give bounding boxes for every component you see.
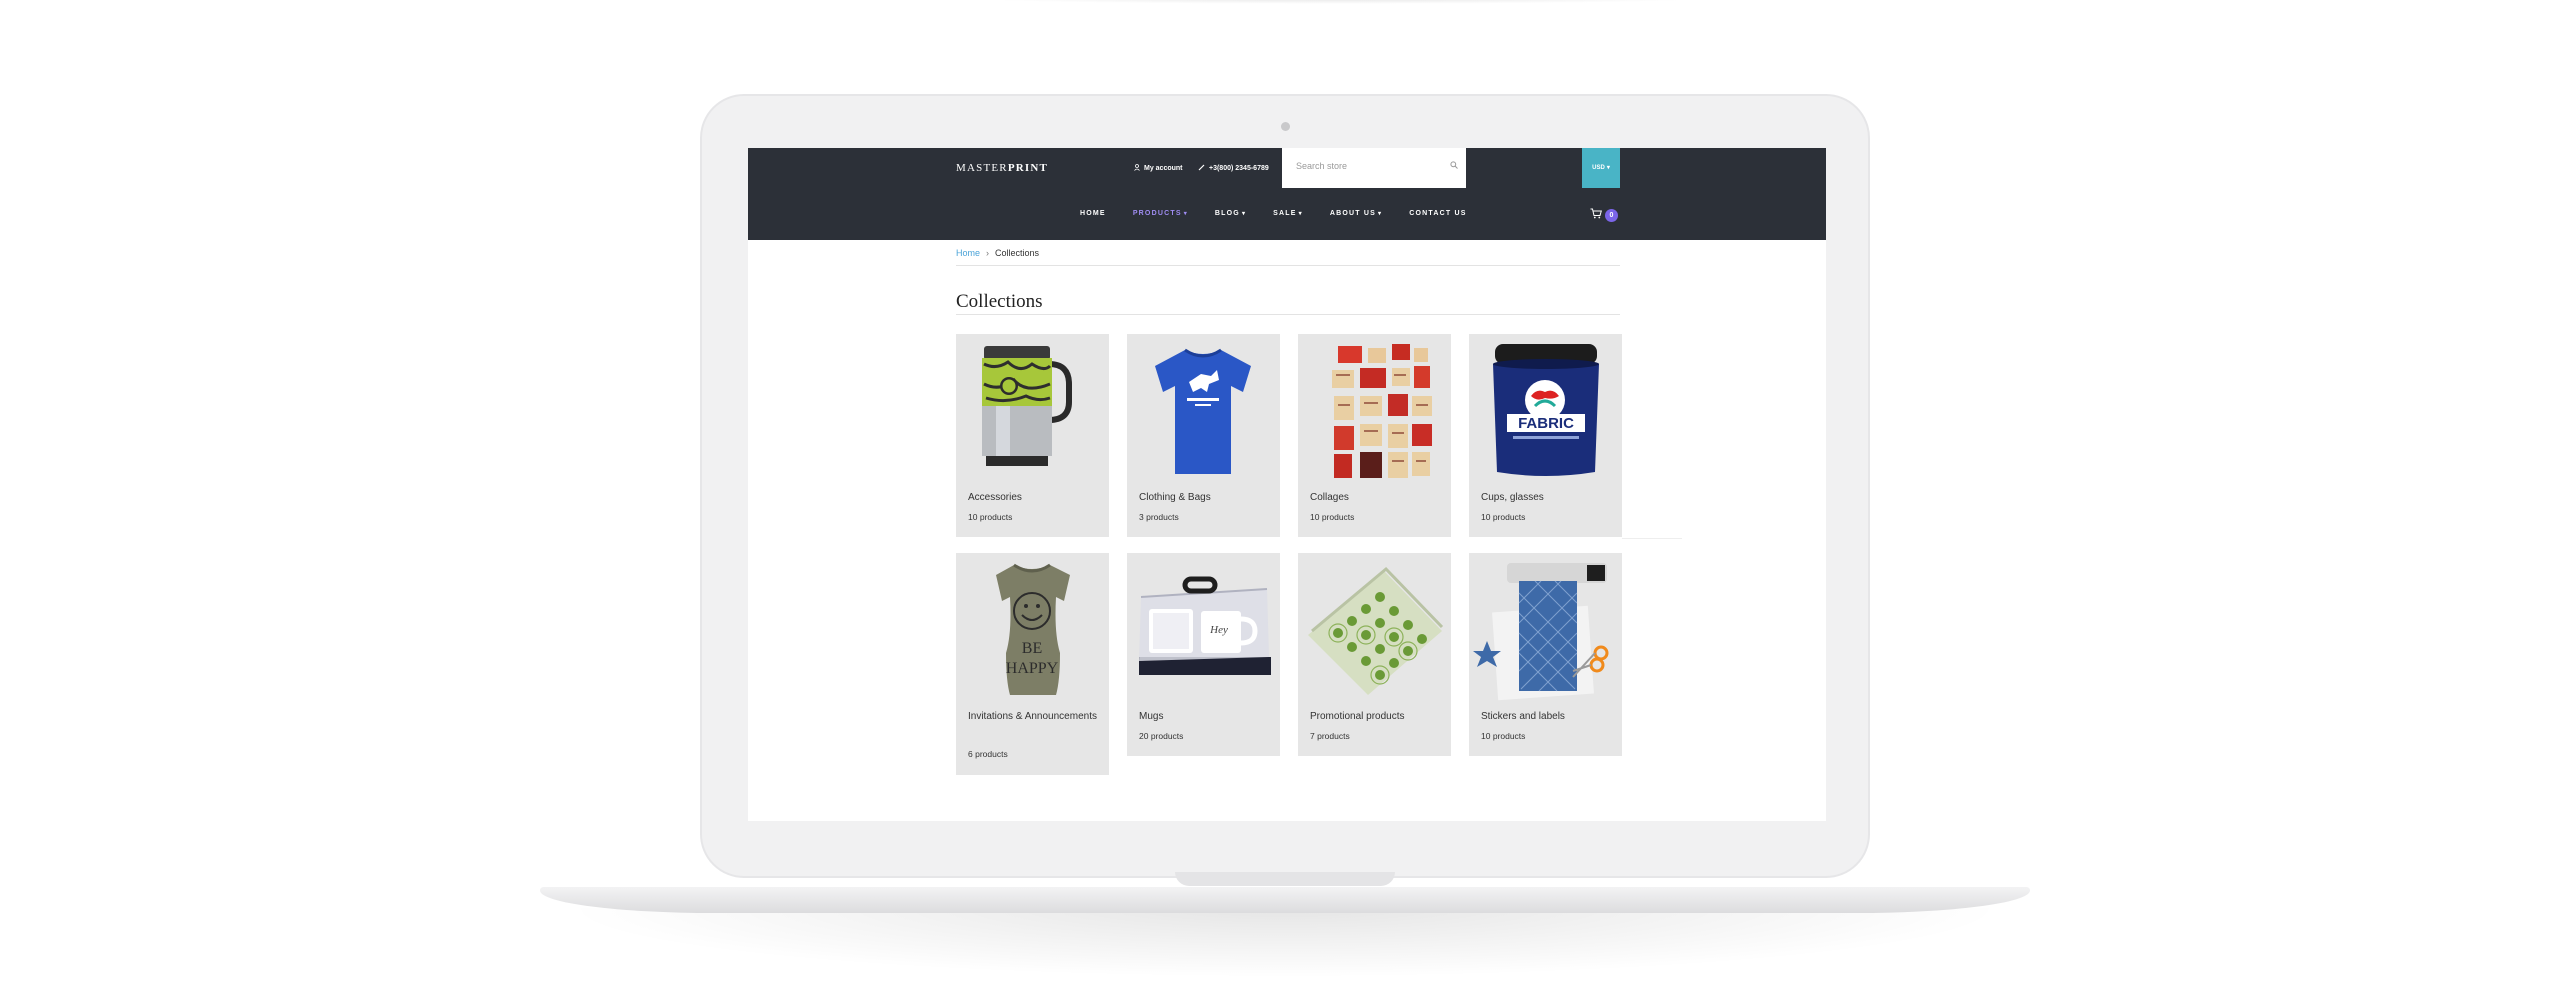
collage-cards-icon — [1298, 334, 1451, 489]
svg-text:Hey: Hey — [1209, 624, 1228, 636]
chevron-down-icon: ▾ — [1183, 211, 1188, 217]
collection-count: 10 products — [1481, 512, 1526, 522]
collection-name[interactable]: Cups, glasses — [1481, 489, 1611, 506]
collection-count: 3 products — [1139, 512, 1179, 522]
collection-card-accessories[interactable]: Accessories 10 products — [956, 334, 1109, 537]
cart-icon — [1590, 208, 1602, 222]
chevron-down-icon: ▾ — [1298, 211, 1303, 217]
chevron-right-icon: › — [986, 248, 990, 258]
vinyl-cutter-icon — [1469, 553, 1622, 708]
collection-name[interactable]: Stickers and labels — [1481, 708, 1611, 725]
collection-card-invitations[interactable]: BE HAPPY Invitations & Announcements 6 p… — [956, 553, 1109, 775]
collection-name[interactable]: Mugs — [1139, 708, 1269, 725]
collection-card-stickers-labels[interactable]: Stickers and labels 10 products — [1469, 553, 1622, 756]
site-logo[interactable]: MASTERPRINT — [956, 162, 1048, 174]
collection-card-clothing-bags[interactable]: Clothing & Bags 3 products — [1127, 334, 1280, 537]
nav-item-blog[interactable]: BLOG ▾ — [1215, 210, 1246, 217]
phone-icon — [1198, 164, 1205, 173]
collection-count: 7 products — [1310, 731, 1350, 741]
collection-name[interactable]: Accessories — [968, 489, 1098, 506]
nav-item-contact-us[interactable]: CONTACT US — [1409, 210, 1466, 217]
travel-mug-icon — [956, 334, 1109, 489]
search-input[interactable] — [1296, 161, 1446, 171]
divider — [956, 314, 1620, 315]
sticker-sheet-icon — [1298, 553, 1451, 708]
nav-item-home[interactable]: HOME — [1080, 210, 1106, 217]
collection-count: 10 products — [1481, 731, 1526, 741]
laptop-shadow — [560, 908, 2010, 978]
collection-name[interactable]: Promotional products — [1310, 708, 1440, 725]
collection-card-promotional[interactable]: Promotional products 7 products — [1298, 553, 1451, 756]
phone-number: +3(800) 2345-6789 — [1209, 165, 1269, 172]
site-header: MASTERPRINT My account +3(800) 2345-6789… — [748, 148, 1826, 240]
divider — [1622, 538, 1682, 539]
paint-jar-icon: FABRIC — [1469, 334, 1622, 489]
search-icon[interactable] — [1450, 161, 1458, 172]
currency-label: USD — [1592, 165, 1605, 171]
collection-card-cups-glasses[interactable]: FABRIC Cups, glasses 10 products — [1469, 334, 1622, 537]
currency-selector[interactable]: USD ▾ — [1582, 148, 1620, 188]
search-box — [1282, 148, 1466, 188]
cart-button[interactable]: 0 — [1590, 208, 1618, 222]
collection-count: 6 products — [968, 749, 1008, 759]
divider — [956, 265, 1620, 266]
svg-text:FABRIC: FABRIC — [1518, 415, 1574, 432]
top-text-fragment — [960, 0, 1720, 4]
my-account-link[interactable]: My account — [1134, 164, 1183, 173]
collection-count: 20 products — [1139, 731, 1184, 741]
svg-text:BE: BE — [1022, 640, 1042, 657]
main-nav: HOME PRODUCTS ▾ BLOG ▾ SALE ▾ ABOUT US ▾ CON… — [1080, 210, 1494, 217]
page-title: Collections — [956, 291, 1043, 312]
svg-text:HAPPY: HAPPY — [1006, 660, 1059, 677]
happy-tshirt-icon: BE HAPPY — [956, 553, 1109, 708]
phone-link[interactable]: +3(800) 2345-6789 — [1198, 164, 1269, 173]
breadcrumb-home-link[interactable]: Home — [956, 248, 980, 258]
laptop-notch — [1175, 872, 1395, 886]
collection-count: 10 products — [1310, 512, 1355, 522]
laptop-screen: MASTERPRINT My account +3(800) 2345-6789… — [748, 148, 1826, 821]
nav-item-about-us[interactable]: ABOUT US ▾ — [1330, 210, 1382, 217]
chevron-down-icon: ▾ — [1378, 211, 1383, 217]
collection-card-mugs[interactable]: Hey Mugs 20 products — [1127, 553, 1280, 756]
mug-box-icon: Hey — [1127, 553, 1280, 708]
collection-name[interactable]: Collages — [1310, 489, 1440, 506]
blue-tshirt-icon — [1127, 334, 1280, 489]
my-account-label: My account — [1144, 165, 1183, 172]
collection-name[interactable]: Clothing & Bags — [1139, 489, 1269, 506]
chevron-down-icon: ▾ — [1606, 165, 1610, 171]
user-icon — [1134, 164, 1140, 173]
collection-count: 10 products — [968, 512, 1013, 522]
nav-item-products[interactable]: PRODUCTS ▾ — [1133, 210, 1188, 217]
collection-name[interactable]: Invitations & Announcements — [968, 708, 1098, 725]
nav-item-sale[interactable]: SALE ▾ — [1273, 210, 1303, 217]
cart-count-badge: 0 — [1605, 208, 1618, 222]
breadcrumb: Home › Collections — [956, 248, 1039, 258]
laptop-base — [540, 887, 2030, 913]
webcam-icon — [1281, 122, 1290, 131]
chevron-down-icon: ▾ — [1241, 211, 1247, 217]
breadcrumb-current: Collections — [995, 248, 1040, 258]
collection-card-collages[interactable]: Collages 10 products — [1298, 334, 1451, 537]
